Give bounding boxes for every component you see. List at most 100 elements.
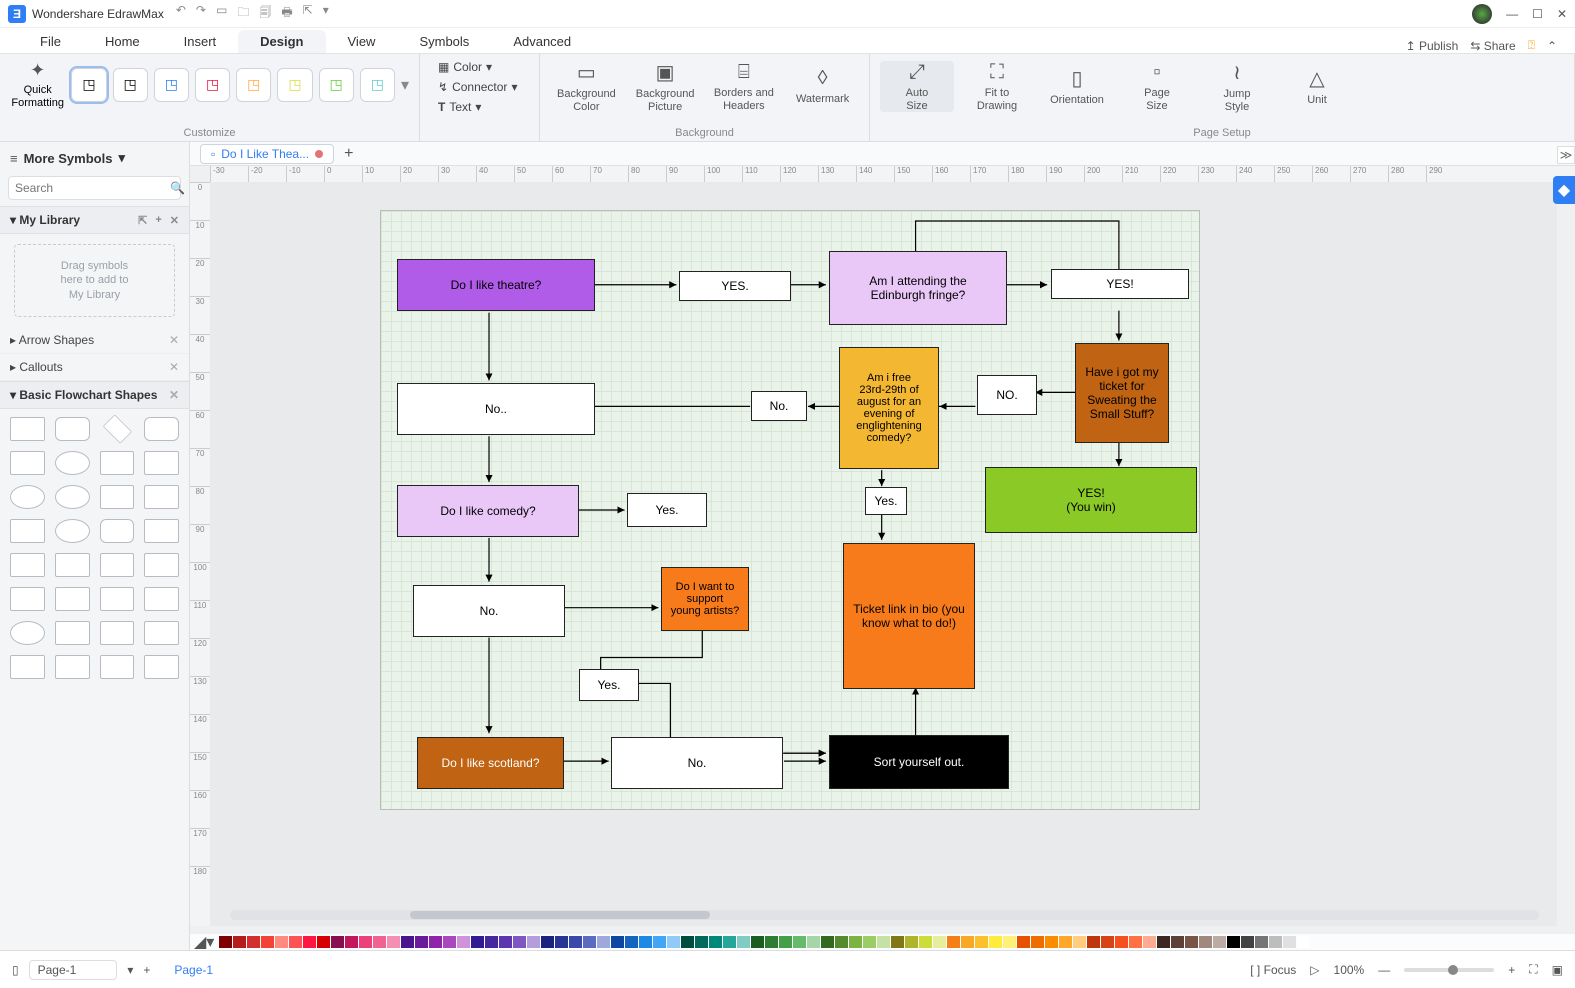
theme-swatch-2[interactable]: ◳: [113, 68, 148, 102]
node-no1[interactable]: No..: [397, 383, 595, 435]
page-link[interactable]: Page-1: [174, 963, 213, 977]
fit-to-drawing-button[interactable]: ⛶Fit to Drawing: [960, 61, 1034, 112]
new-tab-button[interactable]: +: [344, 145, 353, 163]
qat-button[interactable]: ▭: [216, 3, 227, 24]
color-swatch[interactable]: [723, 936, 736, 948]
color-swatch[interactable]: [1017, 936, 1030, 948]
theme-swatch-1[interactable]: ◳: [71, 68, 106, 102]
color-swatch[interactable]: [457, 936, 470, 948]
shape-stencil[interactable]: [100, 655, 135, 679]
node-sort[interactable]: Sort yourself out.: [829, 735, 1009, 789]
document-tab[interactable]: ▫ Do I Like Thea...: [200, 144, 334, 164]
color-swatch[interactable]: [485, 936, 498, 948]
color-swatch[interactable]: [527, 936, 540, 948]
color-swatch[interactable]: [219, 936, 232, 948]
theme-swatch-5[interactable]: ◳: [236, 68, 271, 102]
color-swatch[interactable]: [905, 936, 918, 948]
color-swatch[interactable]: [1255, 936, 1268, 948]
my-library-drop-target[interactable]: Drag symbols here to add to My Library: [14, 244, 175, 317]
color-swatch[interactable]: [1101, 936, 1114, 948]
color-swatch[interactable]: [975, 936, 988, 948]
theme-swatch-7[interactable]: ◳: [319, 68, 354, 102]
color-swatch[interactable]: [583, 936, 596, 948]
node-yes3[interactable]: Yes.: [627, 493, 707, 527]
jump-style-button[interactable]: ≀Jump Style: [1200, 60, 1274, 113]
color-swatch[interactable]: [849, 936, 862, 948]
shape-stencil[interactable]: [10, 417, 45, 441]
color-swatch[interactable]: [765, 936, 778, 948]
color-swatch[interactable]: [891, 936, 904, 948]
node-yes2[interactable]: YES!: [1051, 269, 1189, 299]
canvas[interactable]: Do I like theatre? YES. Am I attending t…: [210, 182, 1557, 926]
qat-button[interactable]: ⇱: [303, 3, 313, 24]
connector-menu[interactable]: ↯ Connector ▾: [438, 80, 529, 94]
node-no2[interactable]: No.: [413, 585, 565, 637]
color-swatch[interactable]: [877, 936, 890, 948]
section-my-library[interactable]: ▾ My Library ⇱+✕: [0, 206, 189, 234]
background-color-button[interactable]: ▭Background Color: [550, 60, 623, 113]
color-swatch[interactable]: [639, 936, 652, 948]
text-menu[interactable]: T Text ▾: [438, 100, 529, 114]
menu-home[interactable]: Home: [83, 30, 162, 53]
close-icon[interactable]: ✕: [169, 360, 179, 374]
close-icon[interactable]: ✕: [169, 388, 179, 402]
add-page-button[interactable]: +: [143, 963, 150, 977]
menu-symbols[interactable]: Symbols: [397, 30, 491, 53]
color-swatch[interactable]: [1227, 936, 1240, 948]
color-swatch[interactable]: [1157, 936, 1170, 948]
maximize-button[interactable]: ☐: [1532, 7, 1543, 21]
page-dropdown-icon[interactable]: ▾: [127, 963, 133, 977]
color-swatch[interactable]: [289, 936, 302, 948]
color-swatch[interactable]: [863, 936, 876, 948]
color-swatch[interactable]: [247, 936, 260, 948]
node-yes1[interactable]: YES.: [679, 271, 791, 301]
color-swatch[interactable]: [1185, 936, 1198, 948]
focus-button[interactable]: [ ] Focus: [1250, 963, 1296, 977]
qat-button[interactable]: ↷: [196, 3, 206, 24]
more-symbols-heading[interactable]: More Symbols ▾: [0, 142, 189, 174]
color-swatch[interactable]: [667, 936, 680, 948]
color-swatch[interactable]: [779, 936, 792, 948]
shape-stencil[interactable]: [10, 655, 45, 679]
qat-button[interactable]: ↶: [176, 3, 186, 24]
color-swatch[interactable]: [653, 936, 666, 948]
shape-stencil[interactable]: [102, 414, 131, 443]
color-swatch[interactable]: [751, 936, 764, 948]
shape-stencil[interactable]: [144, 485, 179, 509]
node-ticket[interactable]: Have i got my ticket for Sweating the Sm…: [1075, 343, 1169, 443]
section-basic-flowchart[interactable]: ▾ Basic Flowchart Shapes✕: [0, 381, 189, 409]
shape-stencil[interactable]: [55, 417, 90, 441]
shape-stencil[interactable]: [144, 655, 179, 679]
background-picture-button[interactable]: ▣Background Picture: [629, 60, 702, 113]
fill-dropper-icon[interactable]: ◢▾: [194, 934, 214, 950]
page-selector[interactable]: Page-1: [29, 960, 118, 980]
color-swatch[interactable]: [597, 936, 610, 948]
color-swatch[interactable]: [1059, 936, 1072, 948]
color-swatch[interactable]: [1129, 936, 1142, 948]
color-swatch[interactable]: [835, 936, 848, 948]
color-swatch[interactable]: [1073, 936, 1086, 948]
color-swatch[interactable]: [1003, 936, 1016, 948]
auto-size-button[interactable]: ⤢Auto Size: [880, 61, 954, 112]
color-swatch[interactable]: [989, 936, 1002, 948]
qat-button[interactable]: 🗀: [237, 3, 249, 24]
theme-more-icon[interactable]: ▾: [401, 75, 409, 95]
theme-swatch-8[interactable]: ◳: [360, 68, 395, 102]
shape-stencil[interactable]: [10, 485, 45, 509]
node-win[interactable]: YES! (You win): [985, 467, 1197, 533]
color-swatch[interactable]: [1283, 936, 1296, 948]
color-swatch[interactable]: [233, 936, 246, 948]
color-swatch[interactable]: [807, 936, 820, 948]
shape-stencil[interactable]: [144, 587, 179, 611]
menu-advanced[interactable]: Advanced: [491, 30, 593, 53]
color-swatch[interactable]: [345, 936, 358, 948]
shape-stencil[interactable]: [55, 587, 90, 611]
color-swatch[interactable]: [541, 936, 554, 948]
color-swatch[interactable]: [961, 936, 974, 948]
shape-stencil[interactable]: [55, 485, 90, 509]
color-swatch[interactable]: [1115, 936, 1128, 948]
color-swatch[interactable]: [555, 936, 568, 948]
shape-stencil[interactable]: [144, 417, 179, 441]
node-yes5[interactable]: Yes.: [579, 669, 639, 701]
symbol-search-input[interactable]: [15, 181, 170, 195]
